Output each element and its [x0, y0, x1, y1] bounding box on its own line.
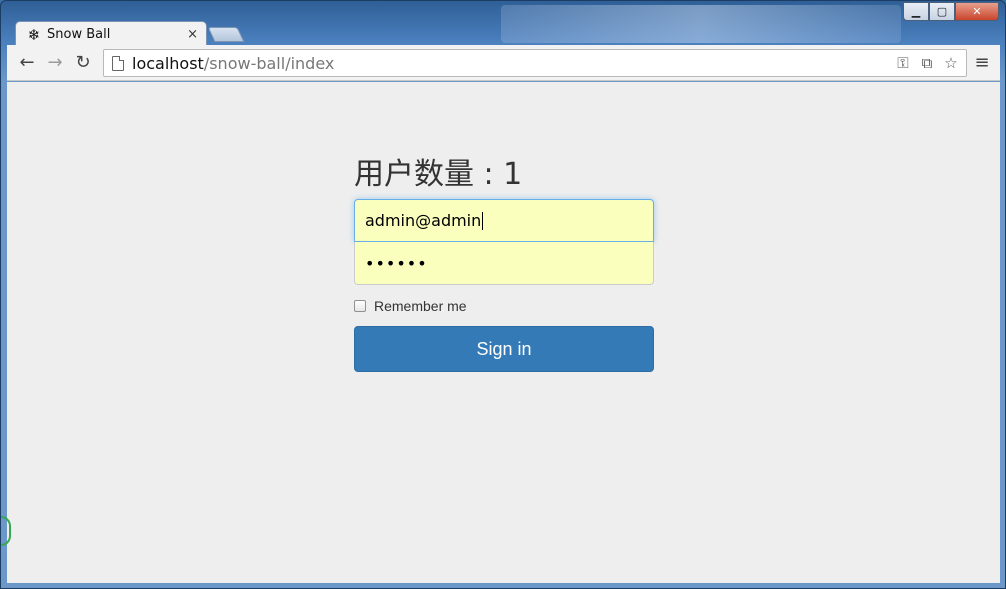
- address-bar-actions: ⚿ ⧉ ☆: [894, 53, 960, 73]
- address-bar[interactable]: localhost/snow-ball/index ⚿ ⧉ ☆: [103, 49, 967, 77]
- page-viewport: 用户数量 : 1 admin@admin •••••• Remember me …: [1, 82, 1000, 583]
- password-field[interactable]: ••••••: [354, 242, 654, 285]
- text-caret: [482, 211, 484, 230]
- tab-close-icon[interactable]: ×: [187, 27, 198, 42]
- email-value: admin@admin: [365, 211, 482, 230]
- background-blur: [501, 5, 901, 43]
- back-arrow-icon[interactable]: ←: [15, 51, 39, 75]
- minimize-button[interactable]: ▁: [903, 2, 929, 21]
- window-caption-buttons: ▁ ▢ ✕: [903, 2, 999, 21]
- tab-snow-ball[interactable]: ❄ Snow Ball ×: [15, 21, 207, 47]
- url-path: /snow-ball/index: [203, 53, 335, 73]
- password-value: ••••••: [365, 253, 428, 273]
- browser-toolbar: ← → ↻ localhost/snow-ball/index ⚿ ⧉ ☆ ≡: [7, 45, 1000, 81]
- email-field[interactable]: admin@admin: [354, 199, 654, 242]
- sign-in-button[interactable]: Sign in: [354, 326, 654, 372]
- key-icon[interactable]: ⚿: [894, 53, 912, 73]
- close-window-button[interactable]: ✕: [955, 2, 999, 21]
- edge-indicator: [1, 516, 11, 546]
- forward-arrow-icon[interactable]: →: [43, 51, 67, 75]
- new-tab-button[interactable]: [207, 27, 245, 42]
- remember-me-label[interactable]: Remember me: [374, 298, 467, 314]
- page-title: 用户数量 : 1: [354, 157, 523, 192]
- translate-icon[interactable]: ⧉: [918, 53, 936, 73]
- url-host: localhost: [132, 53, 204, 73]
- browser-window: ▁ ▢ ✕ ❄ Snow Ball × ← → ↻ localhost/snow…: [0, 0, 1006, 589]
- login-form: 用户数量 : 1 admin@admin •••••• Remember me …: [354, 154, 654, 372]
- tab-title: Snow Ball: [47, 27, 111, 42]
- bookmark-star-icon[interactable]: ☆: [942, 53, 960, 73]
- maximize-button[interactable]: ▢: [929, 2, 955, 21]
- remember-me-row: Remember me: [354, 298, 654, 314]
- menu-icon[interactable]: ≡: [974, 53, 990, 73]
- snowflake-icon: ❄: [27, 25, 41, 44]
- reload-icon[interactable]: ↻: [71, 51, 95, 75]
- page-icon: [112, 55, 124, 71]
- remember-me-checkbox[interactable]: [354, 300, 366, 312]
